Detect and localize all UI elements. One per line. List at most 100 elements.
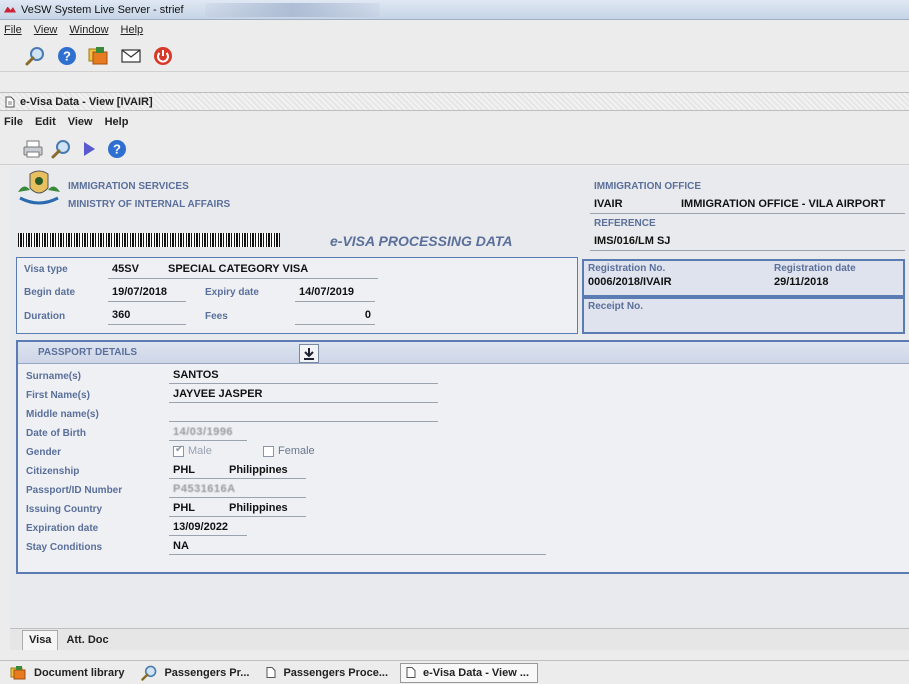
firstname-label: First Name(s) (26, 390, 90, 401)
citizenship-name: Philippines (229, 464, 288, 476)
firstname-value[interactable]: JAYVEE JASPER (173, 388, 262, 400)
subwindow-toolbar: ? (0, 133, 909, 165)
play-icon[interactable] (76, 136, 102, 162)
passport-section-title: PASSPORT DETAILS (38, 347, 138, 358)
help-icon[interactable]: ? (104, 136, 130, 162)
surname-label: Surname(s) (26, 371, 82, 382)
visa-type-label: Visa type (24, 264, 68, 275)
print-icon[interactable] (20, 136, 46, 162)
visa-type-code[interactable]: 45SV (112, 263, 139, 275)
visa-type-underline (108, 278, 378, 279)
office-underline (590, 213, 905, 214)
gender-male-option[interactable]: Male (173, 444, 212, 457)
search-icon[interactable] (48, 136, 74, 162)
submenu-view[interactable]: View (68, 116, 93, 128)
menu-view[interactable]: View (34, 24, 58, 36)
main-menu-bar: File View Window Help (0, 21, 909, 39)
reference-underline (590, 250, 905, 251)
help-icon[interactable]: ? (54, 43, 80, 69)
stay-conditions-value[interactable]: NA (173, 540, 189, 552)
title-bar-blur (205, 3, 380, 17)
firstname-underline (169, 402, 438, 403)
coat-of-arms-logo (16, 168, 62, 206)
male-checkbox[interactable] (173, 444, 184, 457)
registration-no-value: 0006/2018/IVAIR (588, 276, 672, 288)
document-icon (406, 667, 416, 678)
taskbar-item-passengers-pr[interactable]: Passengers Pr... (136, 663, 257, 683)
submenu-edit[interactable]: Edit (35, 116, 56, 128)
dob-underline (169, 440, 247, 441)
submenu-file[interactable]: File (4, 116, 23, 128)
duration-label: Duration (24, 311, 66, 322)
folders-icon[interactable] (86, 43, 112, 69)
mail-icon[interactable] (118, 43, 144, 69)
female-checkbox[interactable] (263, 445, 274, 457)
registration-date-label: Registration date (774, 263, 856, 274)
power-icon[interactable] (150, 43, 176, 69)
expiration-date-value[interactable]: 13/09/2022 (173, 521, 228, 533)
taskbar: Document library Passengers Pr... Passen… (0, 660, 909, 684)
document-title: e-VISA PROCESSING DATA (330, 233, 513, 249)
middlename-label: Middle name(s) (26, 409, 99, 420)
taskbar-label: Document library (34, 666, 125, 679)
registration-no-label: Registration No. (588, 263, 666, 274)
tab-visa[interactable]: Visa (22, 630, 59, 650)
search-icon[interactable] (22, 43, 48, 69)
passport-section-header (18, 342, 909, 364)
visa-type-name: SPECIAL CATEGORY VISA (168, 263, 309, 275)
expiry-date-label: Expiry date (205, 287, 259, 298)
begin-date-underline (108, 301, 186, 302)
submenu-help[interactable]: Help (105, 116, 129, 128)
fees-underline (295, 324, 375, 325)
subwindow-title-bar: e-Visa Data - View [IVAIR] (0, 92, 909, 111)
citizenship-code[interactable]: PHL (173, 464, 195, 476)
fees-value[interactable]: 0 (295, 309, 371, 321)
passport-number-underline (169, 497, 306, 498)
menu-window[interactable]: Window (69, 24, 108, 36)
passport-number-value[interactable]: P4531616A (173, 483, 236, 495)
expiration-date-label: Expiration date (26, 523, 99, 534)
issuing-country-code[interactable]: PHL (173, 502, 195, 514)
office-label: IMMIGRATION OFFICE (594, 181, 702, 192)
taskbar-item-passengers-proce[interactable]: Passengers Proce... (261, 663, 396, 683)
citizenship-underline (169, 478, 306, 479)
window-title: VeSW System Live Server - strief (21, 3, 184, 16)
office-name: IMMIGRATION OFFICE - VILA AIRPORT (681, 198, 886, 210)
expiry-date-underline (295, 301, 375, 302)
search-icon (141, 665, 157, 681)
issuing-country-underline (169, 516, 306, 517)
surname-value[interactable]: SANTOS (173, 369, 219, 381)
download-button[interactable] (299, 344, 319, 363)
gender-label: Gender (26, 447, 62, 458)
expiry-date-value[interactable]: 14/07/2019 (299, 286, 354, 298)
bottom-tabs: Visa Att. Doc (10, 628, 909, 650)
begin-date-label: Begin date (24, 287, 76, 298)
gender-female-label: Female (278, 445, 315, 457)
issuing-country-name: Philippines (229, 502, 288, 514)
surname-underline (169, 383, 438, 384)
menu-file[interactable]: File (4, 24, 22, 36)
reference-value: IMS/016/LM SJ (594, 235, 671, 247)
begin-date-value[interactable]: 19/07/2018 (112, 286, 167, 298)
taskbar-item-document-library[interactable]: Document library (6, 663, 132, 683)
app-icon (4, 5, 16, 15)
duration-underline (108, 324, 186, 325)
document-icon (5, 96, 15, 107)
agency-line1: IMMIGRATION SERVICES (68, 181, 189, 192)
gender-female-option[interactable]: Female (263, 445, 315, 457)
taskbar-label: Passengers Proce... (283, 666, 389, 679)
subwindow-title: e-Visa Data - View [IVAIR] (20, 95, 153, 108)
window-title-bar: VeSW System Live Server - strief (0, 0, 909, 20)
taskbar-item-evisa-data[interactable]: e-Visa Data - View ... (400, 662, 539, 683)
fees-label: Fees (205, 311, 228, 322)
passport-number-label: Passport/ID Number (26, 485, 123, 496)
duration-value[interactable]: 360 (112, 309, 130, 321)
agency-line2: MINISTRY OF INTERNAL AFFAIRS (68, 199, 231, 210)
issuing-country-label: Issuing Country (26, 504, 103, 515)
tab-att-doc[interactable]: Att. Doc (60, 631, 114, 650)
dob-label: Date of Birth (26, 428, 86, 439)
menu-help[interactable]: Help (121, 24, 144, 36)
citizenship-label: Citizenship (26, 466, 80, 477)
dob-value[interactable]: 14/03/1996 (173, 426, 233, 438)
document-icon (266, 667, 276, 678)
